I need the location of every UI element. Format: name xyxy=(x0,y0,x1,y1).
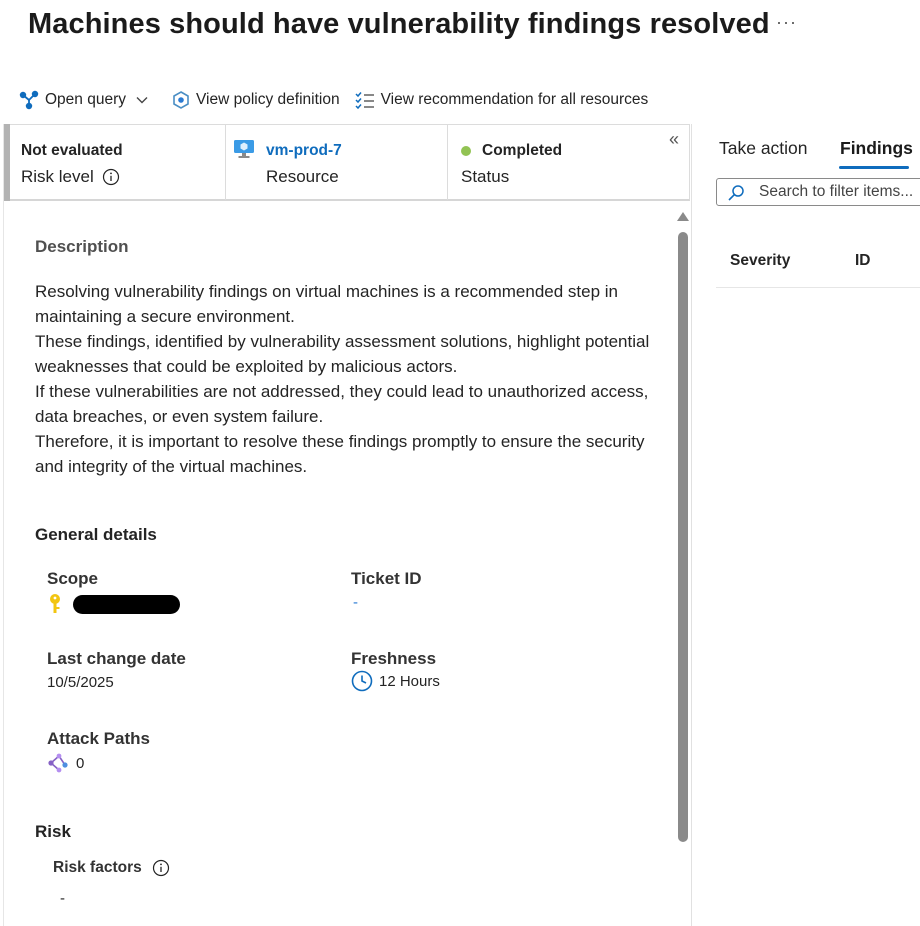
open-query-label: Open query xyxy=(45,91,126,108)
info-icon[interactable] xyxy=(102,168,120,186)
attack-paths-label: Attack Paths xyxy=(47,729,150,748)
attack-path-icon xyxy=(48,753,68,773)
tab-findings[interactable]: Findings xyxy=(840,138,913,159)
status-label: Status xyxy=(461,167,510,186)
scope-value xyxy=(47,593,180,615)
clock-icon xyxy=(351,670,373,692)
description-paragraph: If these vulnerabilities are not address… xyxy=(35,382,649,426)
chevron-down-icon[interactable] xyxy=(134,92,150,108)
scrollbar-thumb[interactable] xyxy=(678,232,688,842)
summary-bar: Not evaluated Risk level vm-prod-7 Resou… xyxy=(4,124,690,201)
view-recommendation-button[interactable]: View recommendation for all resources xyxy=(354,90,649,110)
ticket-id-value: - xyxy=(353,594,358,611)
table-header-divider xyxy=(716,287,920,288)
freshness-text: 12 Hours xyxy=(379,672,440,690)
query-icon xyxy=(19,90,39,110)
key-icon xyxy=(50,594,60,613)
freshness-label: Freshness xyxy=(351,649,437,668)
column-header-severity[interactable]: Severity xyxy=(730,252,790,270)
description-text: Resolving vulnerability findings on virt… xyxy=(35,279,655,479)
description-paragraph: These findings, identified by vulnerabil… xyxy=(35,332,650,376)
more-options-button[interactable]: ··· xyxy=(776,12,797,33)
description-paragraph: Resolving vulnerability findings on virt… xyxy=(35,282,619,326)
risk-level-label-row: Risk level xyxy=(21,167,120,187)
redacted-scope xyxy=(73,594,180,614)
resource-card: vm-prod-7 Resource xyxy=(226,125,447,200)
last-change-date-value: 10/5/2025 xyxy=(47,674,114,691)
tab-take-action[interactable]: Take action xyxy=(719,138,808,159)
resource-label: Resource xyxy=(266,167,339,186)
policy-icon xyxy=(173,91,189,109)
search-icon xyxy=(728,185,744,201)
view-policy-label: View policy definition xyxy=(196,91,340,108)
scrollbar[interactable] xyxy=(677,212,690,926)
column-header-id[interactable]: ID xyxy=(855,252,871,270)
general-details-heading: General details xyxy=(35,525,157,544)
risk-level-value: Not evaluated xyxy=(21,142,123,159)
collapse-panel-button[interactable]: « xyxy=(669,129,679,150)
search-box[interactable] xyxy=(716,178,920,206)
risk-factors-label-row: Risk factors xyxy=(53,859,170,877)
freshness-value: 12 Hours xyxy=(351,670,440,692)
checklist-icon xyxy=(355,92,374,110)
details-panel: Not evaluated Risk level vm-prod-7 Resou… xyxy=(3,124,691,926)
status-dot-icon xyxy=(461,146,471,156)
page-title: Machines should have vulnerability findi… xyxy=(28,8,770,40)
risk-factors-value: - xyxy=(60,890,65,907)
info-icon[interactable] xyxy=(152,859,170,877)
risk-heading: Risk xyxy=(35,822,71,841)
active-tab-indicator xyxy=(839,166,909,169)
virtual-machine-icon xyxy=(234,140,254,158)
resource-link[interactable]: vm-prod-7 xyxy=(266,142,342,160)
description-paragraph: Therefore, it is important to resolve th… xyxy=(35,432,645,476)
attack-paths-value: 0 xyxy=(47,752,84,774)
risk-level-card: Not evaluated Risk level xyxy=(5,125,225,200)
scope-label: Scope xyxy=(47,569,99,588)
risk-factors-label: Risk factors xyxy=(53,859,142,876)
view-policy-definition-button[interactable]: View policy definition xyxy=(171,90,340,110)
description-heading: Description xyxy=(35,237,129,256)
status-card: Completed Status xyxy=(448,125,688,200)
last-change-date-label: Last change date xyxy=(47,649,186,668)
ticket-id-label: Ticket ID xyxy=(351,569,422,588)
risk-level-label: Risk level xyxy=(21,167,94,186)
scroll-up-arrow-icon[interactable] xyxy=(677,212,689,221)
status-value: Completed xyxy=(482,142,563,159)
attack-paths-count: 0 xyxy=(76,754,85,772)
command-bar: Open query View policy definition View r… xyxy=(18,88,648,112)
search-input[interactable] xyxy=(759,179,920,205)
open-query-button[interactable]: Open query xyxy=(18,89,155,111)
findings-panel: Take action Findings Severity ID xyxy=(691,124,920,926)
view-recommendation-label: View recommendation for all resources xyxy=(380,91,649,108)
